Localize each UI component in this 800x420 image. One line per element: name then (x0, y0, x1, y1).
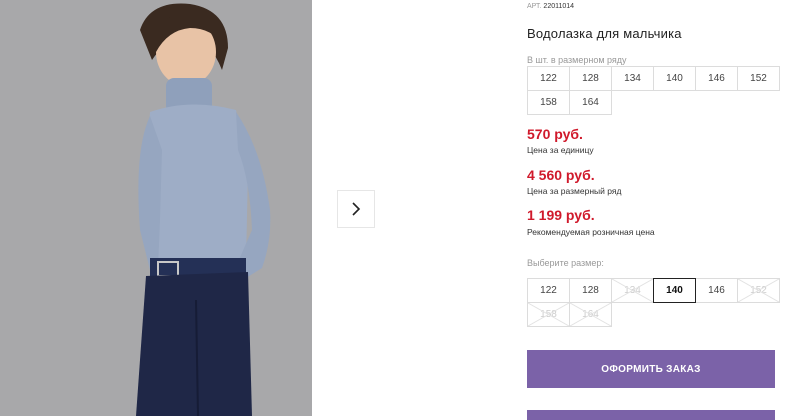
size-row-label: В шт. в размерном ряду (527, 55, 627, 65)
size-option-134: 134 (611, 278, 654, 303)
row-price-note: Цена за размерный ряд (527, 186, 622, 196)
size-option-label: 128 (582, 285, 599, 296)
row-price: 4 560 руб. (527, 167, 595, 183)
size-option-152: 152 (737, 278, 780, 303)
unit-price: 570 руб. (527, 126, 583, 142)
size-row-cell: 158 (527, 90, 570, 115)
size-option-122[interactable]: 122 (527, 278, 570, 303)
sku-label: АРТ. (527, 3, 542, 10)
retail-price-note: Рекомендуемая розничная цена (527, 227, 655, 237)
unavailable-cross-icon (528, 303, 569, 326)
unavailable-cross-icon (570, 303, 611, 326)
unavailable-cross-icon (612, 279, 653, 302)
size-row-cell: 152 (737, 66, 780, 91)
secondary-button[interactable] (527, 410, 775, 420)
product-photo-illustration (0, 0, 312, 416)
unit-price-note: Цена за единицу (527, 145, 594, 155)
size-option-158: 158 (527, 302, 570, 327)
page-title: Водолазка для мальчика (527, 26, 682, 41)
size-row-grid: 122 128 134 140 146 152 158 164 (527, 66, 780, 115)
size-row-cell: 164 (569, 90, 612, 115)
size-select-label: Выберите размер: (527, 258, 604, 268)
sku: АРТ. 22011014 (527, 3, 574, 10)
chevron-right-icon (352, 202, 361, 216)
size-row-cell: 134 (611, 66, 654, 91)
product-info: АРТ. 22011014 Водолазка для мальчика В ш… (527, 0, 787, 420)
size-option-146[interactable]: 146 (695, 278, 738, 303)
size-select-grid: 122 128 134 140 146 152 158164 (527, 278, 780, 327)
size-option-label: 122 (540, 285, 557, 296)
product-photo (0, 0, 312, 416)
size-row-cell: 140 (653, 66, 696, 91)
size-option-label: 140 (666, 285, 683, 296)
product-gallery (0, 0, 498, 416)
next-image-button[interactable] (337, 190, 375, 228)
size-row-cell: 122 (527, 66, 570, 91)
size-option-140[interactable]: 140 (653, 278, 696, 303)
retail-price: 1 199 руб. (527, 207, 595, 223)
unavailable-cross-icon (738, 279, 779, 302)
size-option-164: 164 (569, 302, 612, 327)
size-option-label: 146 (708, 285, 725, 296)
size-row-cell: 128 (569, 66, 612, 91)
sku-value: 22011014 (543, 3, 575, 10)
size-row-cell: 146 (695, 66, 738, 91)
order-button[interactable]: ОФОРМИТЬ ЗАКАЗ (527, 350, 775, 388)
size-option-128[interactable]: 128 (569, 278, 612, 303)
